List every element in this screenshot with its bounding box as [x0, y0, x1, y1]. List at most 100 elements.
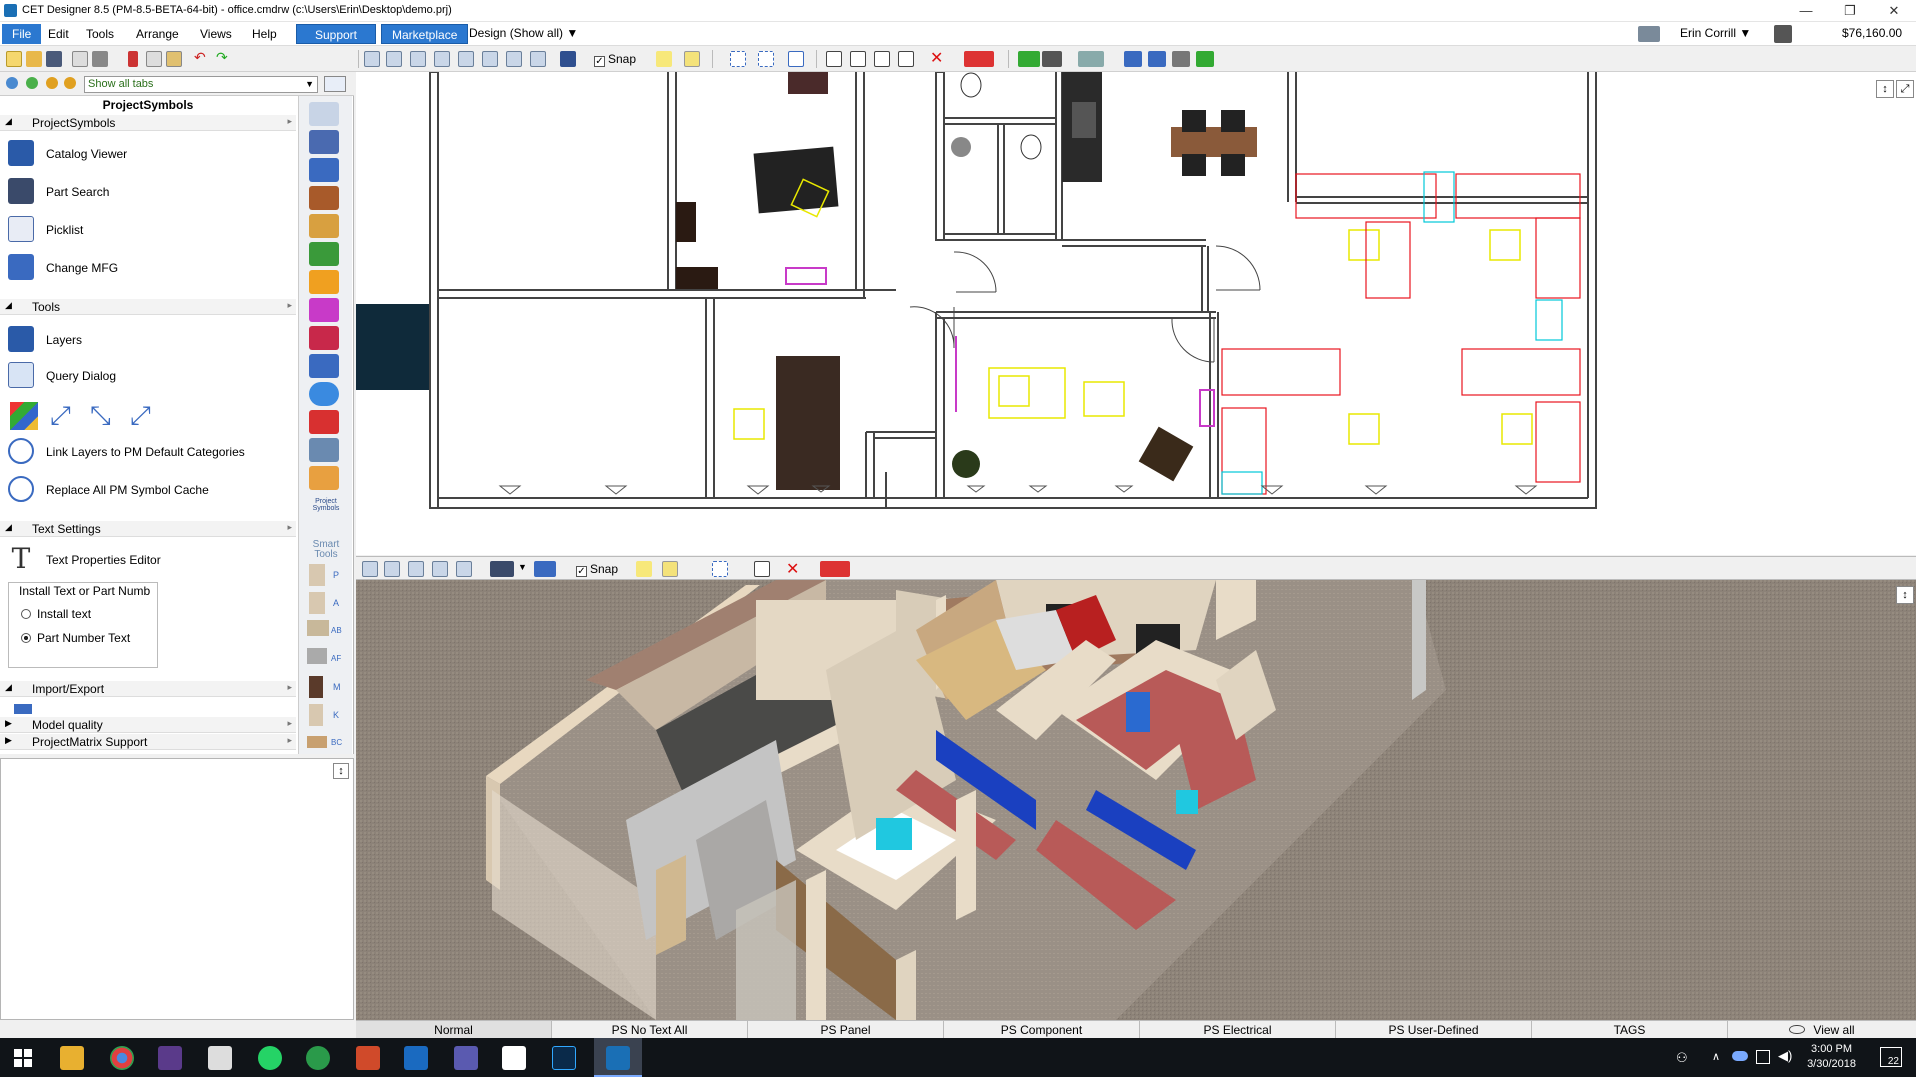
delete-icon[interactable]: ✕ — [930, 48, 943, 68]
layer-tab-tags[interactable]: TAGS — [1532, 1021, 1728, 1039]
section-pm-support[interactable]: ▶ ProjectMatrix Support ▸ — [0, 734, 296, 750]
app-icon[interactable] — [158, 1046, 182, 1070]
teams-icon[interactable] — [454, 1046, 478, 1070]
zoom-extents-icon[interactable] — [362, 561, 378, 577]
worksurface-af-icon[interactable] — [307, 648, 327, 664]
layer-tab-ps-no-text-all[interactable]: PS No Text All — [552, 1021, 748, 1039]
cloud-icon[interactable] — [1732, 1051, 1748, 1061]
chevron-down-icon[interactable]: ▼ — [518, 562, 527, 572]
layer-tab-ps-component[interactable]: PS Component — [944, 1021, 1140, 1039]
figure-symbol-icon[interactable] — [309, 326, 339, 350]
plan-view[interactable]: ↕ ⤢ — [356, 71, 1916, 555]
layer-tab-ps-user-defined[interactable]: PS User-Defined — [1336, 1021, 1532, 1039]
rotate-icon[interactable] — [850, 51, 866, 67]
design-mode-dropdown[interactable]: Design (Show all) ▼ — [469, 26, 578, 40]
render-icon[interactable] — [534, 561, 556, 577]
outlook-icon[interactable] — [404, 1046, 428, 1070]
whatsapp-icon[interactable] — [258, 1046, 282, 1070]
view-3d[interactable]: ↕ — [356, 580, 1916, 1020]
polyline-icon[interactable] — [1148, 51, 1166, 67]
pin-icon[interactable]: ↕ — [333, 763, 349, 779]
delete-icon[interactable]: ✕ — [786, 559, 799, 579]
copy-icon[interactable] — [146, 51, 162, 67]
block-icon[interactable] — [1042, 51, 1062, 67]
panel-p-icon[interactable] — [309, 564, 325, 586]
storage-m-icon[interactable] — [309, 676, 323, 698]
camera-symbol-icon[interactable] — [309, 158, 339, 182]
layer-tab-view-all[interactable]: View all — [1728, 1021, 1916, 1039]
close-button[interactable]: ✕ — [1872, 0, 1916, 22]
swatch-symbol-icon[interactable] — [309, 186, 339, 210]
snap-options-icon[interactable] — [662, 561, 678, 577]
notification-center-icon[interactable]: 22 — [1880, 1047, 1902, 1067]
camera-view-icon[interactable] — [1078, 51, 1104, 67]
color-palette-icon[interactable] — [10, 402, 38, 430]
shrink-arrows-icon[interactable]: ⤡ — [90, 400, 111, 432]
eyedropper-icon[interactable]: ⤢ — [50, 400, 71, 432]
save-icon[interactable] — [46, 51, 62, 67]
panel-symbol-icon[interactable] — [309, 102, 339, 126]
tools-symbol-icon[interactable] — [309, 214, 339, 238]
camera-icon[interactable] — [1638, 26, 1660, 42]
section-import-export[interactable]: ◢ Import/Export ▸ — [0, 681, 296, 697]
network-icon[interactable] — [1756, 1050, 1770, 1064]
volume-icon[interactable]: ◀) — [1778, 1048, 1792, 1064]
undo-icon[interactable]: ↶ — [194, 49, 206, 66]
open-folder-icon[interactable] — [26, 51, 42, 67]
snap-toggle[interactable]: ✓ Snap — [594, 52, 636, 67]
chat-icon[interactable] — [306, 1046, 330, 1070]
ruler-symbol-icon[interactable] — [309, 466, 339, 490]
nav-down-icon[interactable] — [64, 77, 76, 89]
menu-edit[interactable]: Edit — [42, 26, 75, 42]
puzzle-symbol-icon[interactable] — [309, 354, 339, 378]
nav-back-icon[interactable] — [6, 77, 18, 89]
section-tools[interactable]: ◢ Tools ▸ — [0, 299, 296, 315]
lines-symbol-icon[interactable] — [309, 438, 339, 462]
panel-a-icon[interactable] — [309, 592, 325, 614]
target-symbol-icon[interactable] — [309, 382, 339, 406]
system-clock[interactable]: 3:00 PM 3/30/2018 — [1807, 1042, 1856, 1072]
move-icon[interactable] — [754, 561, 770, 577]
print-icon[interactable] — [92, 51, 108, 67]
panel-layout-icon[interactable] — [324, 76, 346, 92]
marketplace-button[interactable]: Marketplace — [381, 24, 469, 44]
nav-up-icon[interactable] — [46, 77, 58, 89]
camera-mode-icon[interactable] — [490, 561, 514, 577]
smart-tools-tab[interactable]: Smart Tools — [303, 540, 349, 560]
move-icon[interactable] — [826, 51, 842, 67]
menu-help[interactable]: Help — [246, 26, 283, 42]
restore-button[interactable]: ❐ — [1828, 0, 1872, 22]
user-menu[interactable]: Erin Corrill ▼ — [1680, 26, 1751, 40]
stretch-icon[interactable] — [1196, 51, 1214, 67]
menu-views[interactable]: Views — [194, 26, 238, 42]
file-explorer-icon[interactable] — [60, 1046, 84, 1070]
chrome-icon[interactable] — [110, 1046, 134, 1070]
photoshop-icon[interactable] — [552, 1046, 576, 1070]
print-preview-icon[interactable] — [72, 51, 88, 67]
section-model-quality[interactable]: ▶ Model quality ▸ — [0, 717, 296, 733]
select-list-icon[interactable] — [788, 51, 804, 67]
select-box-icon[interactable] — [730, 51, 746, 67]
zoom-out-icon[interactable] — [434, 51, 450, 67]
fit-page-icon[interactable] — [506, 51, 522, 67]
avatar[interactable] — [1774, 25, 1792, 43]
measure-icon[interactable] — [964, 51, 994, 67]
menu-tools[interactable]: Tools — [80, 26, 120, 42]
tabs-select[interactable]: Show all tabs ▼ — [84, 76, 318, 93]
layer-tab-ps-panel[interactable]: PS Panel — [748, 1021, 944, 1039]
project-symbols-tab[interactable]: Project Symbols — [303, 498, 349, 512]
pin-icon[interactable]: ↕ — [1896, 586, 1914, 604]
align-icon[interactable] — [874, 51, 890, 67]
worksurface-ab-icon[interactable] — [307, 620, 329, 636]
sketchup-symbol-icon[interactable] — [309, 410, 339, 434]
redo-icon[interactable]: ↷ — [216, 49, 228, 66]
zoom-in-icon[interactable] — [410, 51, 426, 67]
storage-k-icon[interactable] — [309, 704, 323, 726]
wave-symbol-icon[interactable] — [309, 298, 339, 322]
people-symbol-icon[interactable] — [309, 242, 339, 266]
frame-icon[interactable] — [530, 51, 546, 67]
zoom-out-icon[interactable] — [432, 561, 448, 577]
zoom-window-icon[interactable] — [384, 561, 400, 577]
layer-tab-ps-electrical[interactable]: PS Electrical — [1140, 1021, 1336, 1039]
radio-part-number[interactable]: Part Number Text — [21, 631, 130, 645]
